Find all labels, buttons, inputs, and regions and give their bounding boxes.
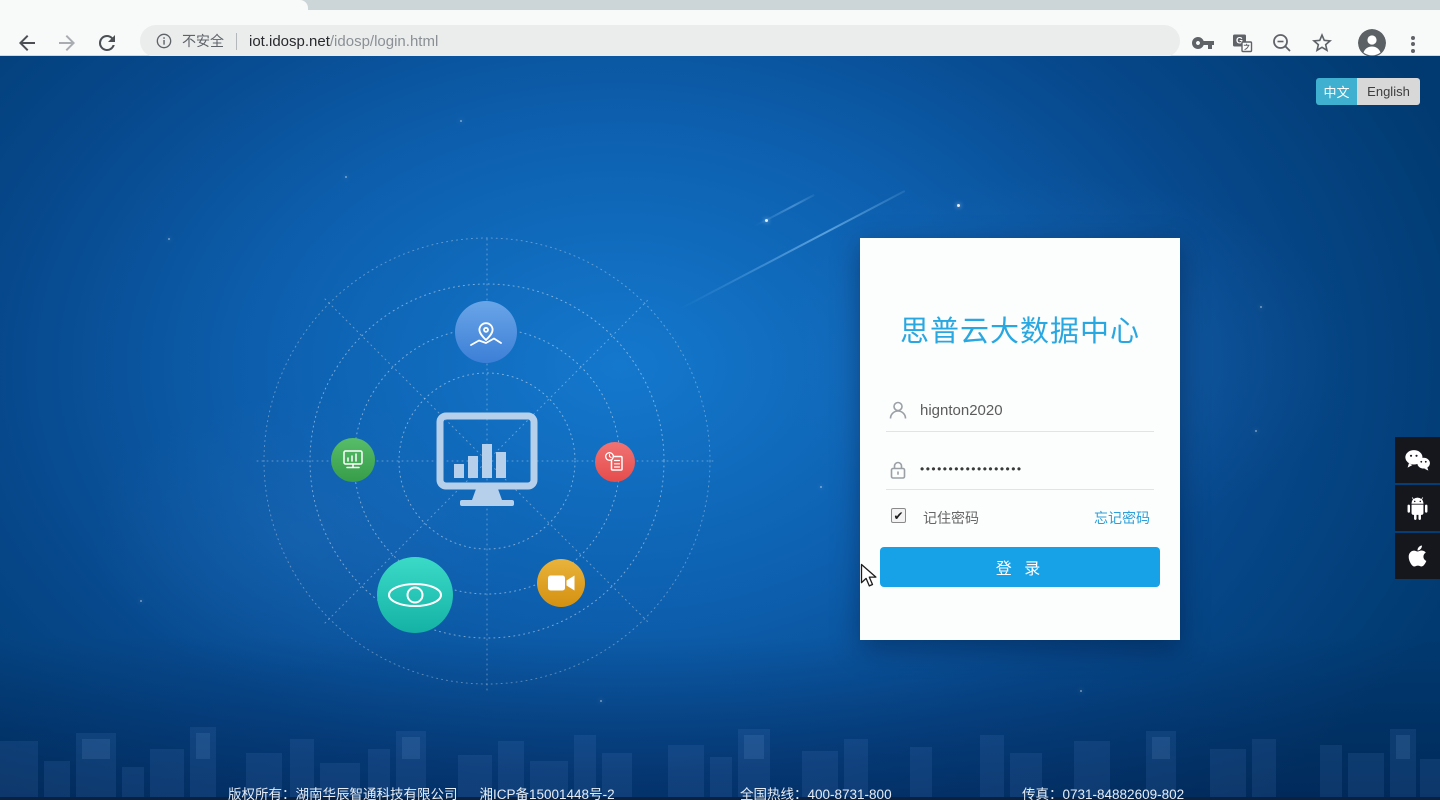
password-field[interactable]: •••••••••••••••••• (886, 450, 1154, 490)
zoom-out-icon[interactable] (1270, 31, 1294, 55)
back-icon[interactable] (15, 31, 39, 55)
monitor-chart-icon (331, 438, 375, 482)
star-dot (460, 120, 462, 122)
star-dot (168, 238, 170, 240)
video-camera-icon (537, 559, 585, 607)
browser-menu-icon[interactable] (1406, 33, 1420, 53)
radar-graphic (256, 237, 718, 692)
key-icon[interactable] (1191, 31, 1215, 55)
eye-icon (377, 557, 453, 633)
login-title: 思普云大数据中心 (899, 316, 1140, 348)
report-doc-icon (595, 442, 635, 482)
reload-icon[interactable] (95, 31, 119, 55)
tab-strip (0, 0, 1440, 10)
footer-hotline: 全国热线：400-8731-800 (740, 787, 892, 800)
footer-copyright: 版权所有：湖南华辰智通科技有限公司 湘ICP备15001448号-2 (228, 787, 615, 800)
remember-checkbox[interactable]: ✔ (891, 508, 906, 523)
translate-icon[interactable]: G (1230, 31, 1254, 55)
lang-chinese-button[interactable]: 中文 (1316, 78, 1357, 105)
security-label: 不安全 (182, 33, 224, 49)
browser-window: 不安全 iot.idosp.net/idosp/login.html G 中文 … (0, 0, 1440, 800)
lang-english-button[interactable]: English (1357, 78, 1420, 105)
star-dot (1260, 306, 1262, 308)
star-dot (957, 204, 960, 207)
star-dot (820, 486, 822, 488)
url-path: /idosp/login.html (329, 32, 439, 50)
star-dot (345, 176, 347, 178)
info-icon[interactable] (154, 31, 174, 51)
city-skyline (0, 727, 1440, 797)
map-pin-icon (455, 301, 517, 363)
login-card: 思普云大数据中心 hignton2020 •••••••••••••••••• … (860, 238, 1180, 640)
browser-toolbar: 不安全 iot.idosp.net/idosp/login.html G (0, 10, 1440, 57)
person-icon (889, 401, 907, 419)
login-button[interactable]: 登 录 (880, 547, 1160, 587)
login-page: 中文 English 思普云大数据中心 hignton2020 ••••••••… (0, 56, 1440, 800)
star-dot (1255, 430, 1257, 432)
lock-icon (890, 461, 906, 479)
star-dot (1080, 690, 1082, 692)
address-bar[interactable]: 不安全 iot.idosp.net/idosp/login.html (140, 25, 1180, 57)
wechat-icon[interactable] (1395, 437, 1440, 483)
bookmark-star-icon[interactable] (1310, 31, 1334, 55)
apple-icon[interactable] (1395, 533, 1440, 579)
remember-label: 记住密码 (923, 510, 979, 526)
forgot-password-link[interactable]: 忘记密码 (1094, 508, 1150, 528)
footer-fax: 传真：0731-84882609-802 (1022, 787, 1185, 800)
remember-row: ✔ 记住密码 忘记密码 (891, 508, 1150, 528)
username-value[interactable]: hignton2020 (920, 402, 1003, 419)
language-toggle: 中文 English (1316, 78, 1420, 105)
url-divider (236, 32, 237, 50)
username-field[interactable]: hignton2020 (886, 390, 1154, 432)
active-tab[interactable] (0, 0, 308, 10)
password-masked-value[interactable]: •••••••••••••••••• (920, 462, 1023, 476)
footer-icp: 湘ICP备15001448号-2 (479, 787, 615, 800)
forward-icon[interactable] (55, 31, 79, 55)
url-host: iot.idosp.net (249, 32, 330, 50)
profile-avatar-icon[interactable] (1358, 29, 1386, 57)
android-icon[interactable] (1395, 485, 1440, 531)
star-dot (140, 600, 142, 602)
light-beam (754, 193, 815, 227)
